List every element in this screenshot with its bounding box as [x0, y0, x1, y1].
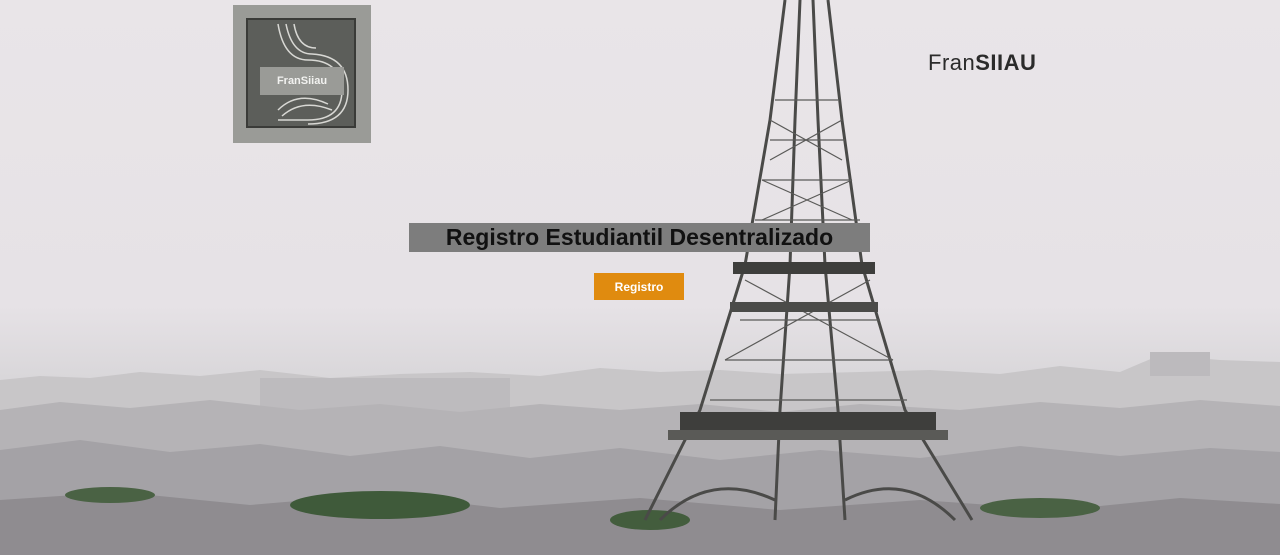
brand-suffix: SIIAU — [975, 50, 1037, 75]
registro-button[interactable]: Registro — [594, 273, 684, 300]
brand-prefix: Fran — [928, 50, 976, 75]
page-title: Registro Estudiantil Desentralizado — [409, 223, 870, 252]
brand-name: FranSIIAU — [928, 50, 1036, 76]
logo-text: FranSiiau — [260, 67, 344, 95]
